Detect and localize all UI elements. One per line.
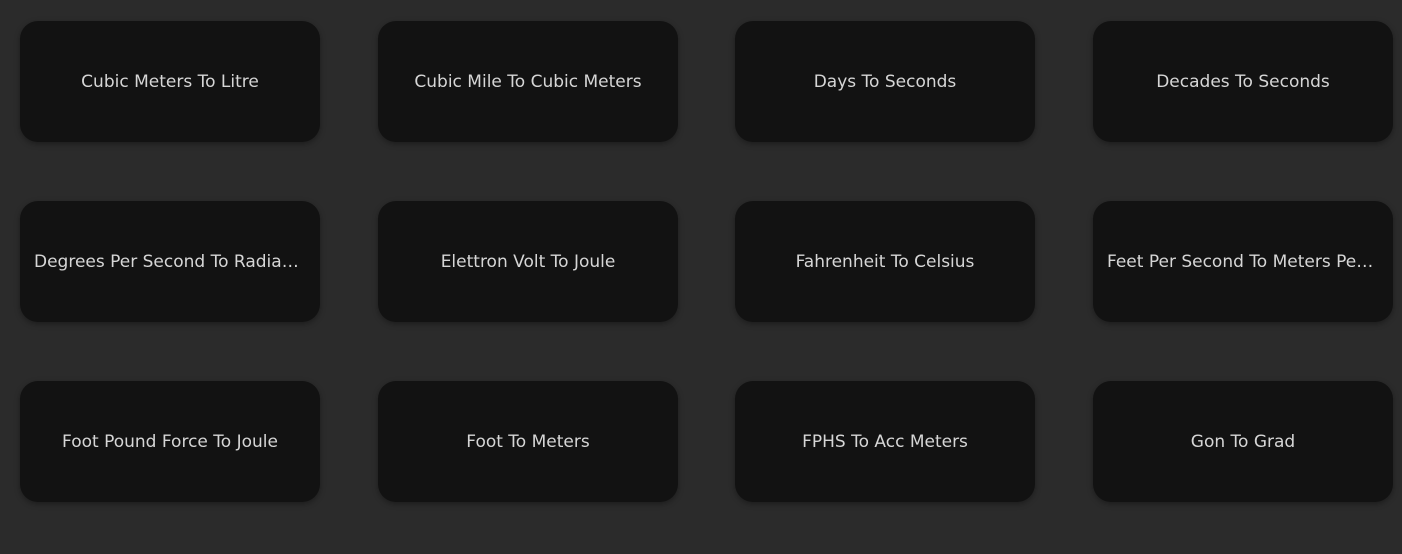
converter-card-cubic-mile-to-cubic-meters[interactable]: Cubic Mile To Cubic Meters — [378, 21, 678, 142]
card-label: Foot To Meters — [466, 431, 590, 452]
converter-card-gon-to-grad[interactable]: Gon To Grad — [1093, 381, 1393, 502]
card-label: Cubic Meters To Litre — [81, 71, 259, 92]
card-label: FPHS To Acc Meters — [802, 431, 968, 452]
card-label: Decades To Seconds — [1156, 71, 1330, 92]
converter-card-cubic-meters-to-litre[interactable]: Cubic Meters To Litre — [20, 21, 320, 142]
converter-card-foot-to-meters[interactable]: Foot To Meters — [378, 381, 678, 502]
converter-card-foot-pound-force-to-joule[interactable]: Foot Pound Force To Joule — [20, 381, 320, 502]
converter-card-feet-per-second-to-meters-per-second[interactable]: Feet Per Second To Meters Per Second — [1093, 201, 1393, 322]
card-label: Gon To Grad — [1190, 431, 1296, 452]
converter-card-fahrenheit-to-celsius[interactable]: Fahrenheit To Celsius — [735, 201, 1035, 322]
converter-card-decades-to-seconds[interactable]: Decades To Seconds — [1093, 21, 1393, 142]
card-label: Cubic Mile To Cubic Meters — [414, 71, 642, 92]
card-label: Fahrenheit To Celsius — [795, 251, 975, 272]
converter-card-degrees-per-second-to-radians[interactable]: Degrees Per Second To Radians Per Second — [20, 201, 320, 322]
card-label: Feet Per Second To Meters Per Second — [1107, 251, 1379, 272]
converter-card-days-to-seconds[interactable]: Days To Seconds — [735, 21, 1035, 142]
converter-card-elettron-volt-to-joule[interactable]: Elettron Volt To Joule — [378, 201, 678, 322]
converter-card-fphs-to-acc-meters[interactable]: FPHS To Acc Meters — [735, 381, 1035, 502]
card-label: Degrees Per Second To Radians Per Second — [34, 251, 306, 272]
card-label: Foot Pound Force To Joule — [62, 431, 278, 452]
card-label: Elettron Volt To Joule — [440, 251, 616, 272]
converter-grid: Cubic Meters To Litre Cubic Mile To Cubi… — [0, 0, 1402, 554]
card-label: Days To Seconds — [813, 71, 957, 92]
